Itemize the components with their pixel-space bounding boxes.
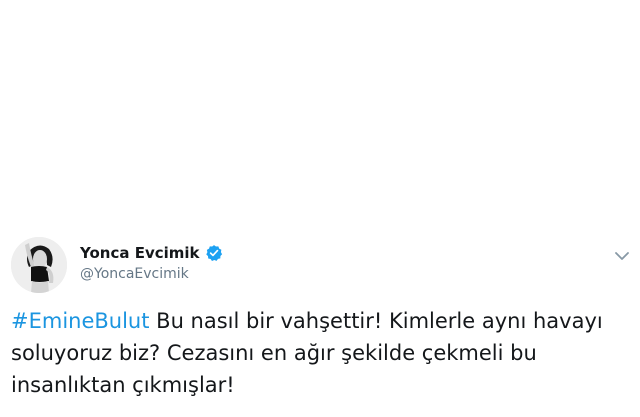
tweet-text-line-1: #EmineBulut Bu nasıl bir vahşettir! Kiml…: [11, 305, 631, 337]
hashtag-link[interactable]: #EmineBulut: [11, 309, 149, 333]
verified-badge-icon: [205, 244, 223, 262]
display-name[interactable]: Yonca Evcimik: [80, 244, 200, 262]
tweet-text-line-1-rest: Bu nasıl bir vahşettir! Kimlerle aynı ha…: [149, 309, 603, 333]
tweet-card: Yonca Evcimik @YoncaEvcimik #EmineBulut …: [0, 0, 640, 417]
tweet-text-line-2: soluyoruz biz? Cezasını en ağır şekilde …: [11, 341, 537, 365]
avatar[interactable]: [11, 237, 67, 293]
tweet-text: #EmineBulut Bu nasıl bir vahşettir! Kiml…: [11, 305, 631, 401]
chevron-down-icon[interactable]: [614, 247, 630, 260]
tweet-text-line-3: insanlıktan çıkmışlar!: [11, 373, 235, 397]
profile-photo: [11, 237, 67, 293]
author-name-row[interactable]: Yonca Evcimik: [80, 242, 223, 264]
user-handle[interactable]: @YoncaEvcimik: [80, 266, 189, 282]
